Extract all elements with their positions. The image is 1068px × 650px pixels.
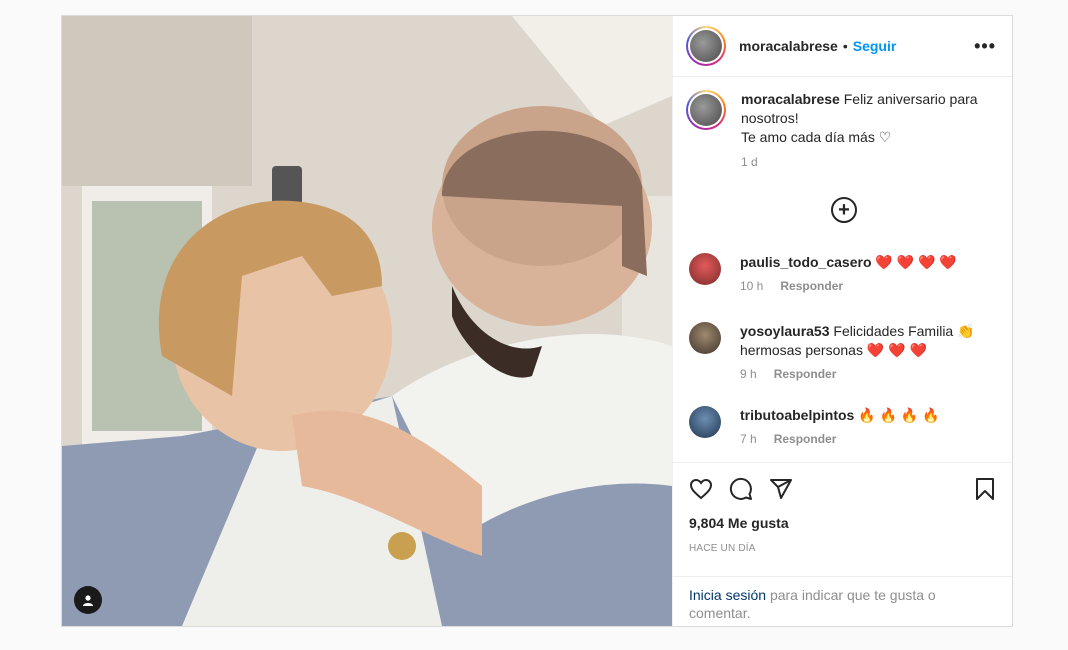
user-tag-button[interactable]	[74, 586, 102, 614]
comment-item: yosoylaura53 Felicidades Familia 👏 hermo…	[689, 322, 999, 384]
login-prompt: Inicia sesión para indicar que te gusta …	[673, 576, 1012, 626]
bookmark-icon[interactable]	[973, 477, 997, 501]
comment-username[interactable]: tributoabelpintos	[740, 407, 854, 423]
comment-avatar[interactable]	[689, 253, 721, 285]
post-card: moracalabrese • Seguir ••• moracalabrese…	[61, 15, 1013, 627]
reply-button[interactable]: Responder	[774, 365, 837, 384]
follow-button[interactable]: Seguir	[853, 38, 897, 54]
post-header: moracalabrese • Seguir •••	[673, 16, 1012, 77]
action-bar: 9,804 Me gusta HACE UN DÍA	[673, 462, 1012, 584]
post-date[interactable]: HACE UN DÍA	[689, 543, 997, 554]
post-photo[interactable]	[62, 16, 672, 626]
author-username[interactable]: moracalabrese	[739, 38, 838, 54]
post-caption: moracalabrese Feliz aniversario para nos…	[673, 77, 1012, 172]
more-options-icon[interactable]: •••	[974, 36, 996, 57]
load-more-comments-icon[interactable]: +	[831, 197, 857, 223]
like-count[interactable]: 9,804 Me gusta	[689, 515, 997, 531]
header-separator: •	[842, 38, 848, 54]
caption-text-2: Te amo cada día más ♡	[741, 129, 892, 145]
share-icon[interactable]	[769, 477, 793, 501]
photo-illustration	[62, 16, 672, 626]
comment-time[interactable]: 7 h	[740, 430, 757, 449]
author-avatar[interactable]	[686, 26, 726, 66]
caption-avatar[interactable]	[686, 90, 726, 130]
caption-username[interactable]: moracalabrese	[741, 91, 840, 107]
comment-username[interactable]: paulis_todo_casero	[740, 254, 872, 270]
comment-avatar[interactable]	[689, 406, 721, 438]
comment-avatar[interactable]	[689, 322, 721, 354]
comment-time[interactable]: 9 h	[740, 365, 757, 384]
login-link[interactable]: Inicia sesión	[689, 587, 766, 603]
caption-time[interactable]: 1 d	[741, 153, 981, 172]
reply-button[interactable]: Responder	[774, 430, 837, 449]
comment-item: paulis_todo_casero ❤️ ❤️ ❤️ ❤️ 10 h Resp…	[689, 253, 999, 296]
comment-text: ❤️ ❤️ ❤️ ❤️	[875, 254, 957, 270]
user-icon	[83, 595, 93, 606]
comment-text: 🔥 🔥 🔥 🔥	[858, 407, 940, 423]
comment-item: tributoabelpintos 🔥 🔥 🔥 🔥 7 h Responder	[689, 406, 999, 449]
comment-username[interactable]: yosoylaura53	[740, 323, 830, 339]
reply-button[interactable]: Responder	[780, 277, 843, 296]
post-sidebar: moracalabrese • Seguir ••• moracalabrese…	[672, 16, 1012, 626]
heart-icon[interactable]	[689, 477, 713, 501]
comment-icon[interactable]	[729, 477, 753, 501]
comment-time[interactable]: 10 h	[740, 277, 763, 296]
